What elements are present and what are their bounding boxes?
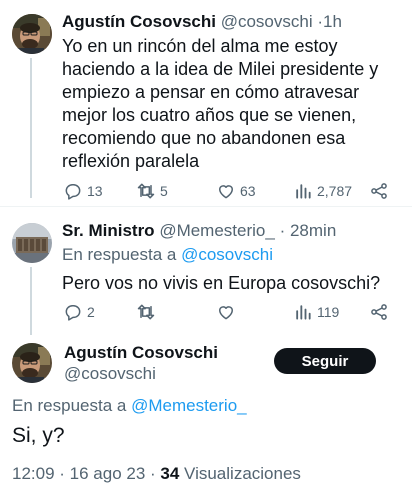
follow-button[interactable]: Seguir (274, 348, 376, 374)
retweet-icon (137, 183, 155, 199)
author-handle[interactable]: @Memesterio_ (159, 221, 275, 240)
like-button[interactable]: 63 (216, 181, 256, 201)
avatar-agustin[interactable] (12, 14, 52, 54)
tweet2-header: Sr. Ministro @Memesterio_ · 28min (62, 221, 336, 241)
text-line: empiezo a pensar en cómo atravesar (62, 82, 360, 102)
text-line: recomiendo que no abandonen esa (62, 128, 346, 148)
share-icon (371, 304, 387, 320)
retweet-icon (137, 304, 155, 320)
author-name[interactable]: Agustín Cosovschi (62, 12, 216, 31)
share-button[interactable] (369, 302, 389, 322)
reply-prefix: En respuesta a (12, 396, 127, 415)
tweet1-text: Yo en un rincón del alma me estoy hacien… (62, 35, 407, 173)
views-button[interactable]: 119 (293, 302, 339, 322)
author-handle[interactable]: @cosovschi (221, 12, 313, 31)
text-line: mejor los cuatro años que se vienen, (62, 105, 357, 125)
views-label: Visualizaciones (184, 464, 301, 483)
reply-button[interactable]: 13 (63, 181, 103, 201)
author-name[interactable]: Agustín Cosovschi (64, 343, 218, 363)
retweet-button[interactable]: 5 (136, 181, 168, 201)
reply-count: 2 (87, 304, 95, 320)
reply-count: 13 (87, 183, 103, 199)
like-icon (219, 306, 233, 320)
tweet1-header: Agustín Cosovschi @cosovschi ·1h (62, 12, 342, 32)
share-icon (371, 183, 387, 199)
avatar-sr-ministro[interactable] (12, 223, 52, 263)
views-count: 34 (160, 464, 180, 483)
views-button[interactable]: 2,787 (293, 181, 352, 201)
text-line: haciendo a la idea de Milei presidente y (62, 59, 379, 79)
divider (0, 206, 412, 207)
share-button[interactable] (369, 181, 389, 201)
tweet2-text: Pero vos no vivis en Europa cosovschi? (62, 273, 381, 293)
reply-context: En respuesta a @Memesterio_ (12, 396, 247, 416)
like-icon (219, 185, 233, 199)
tweet-time[interactable]: 1h (323, 12, 342, 31)
like-button[interactable] (216, 302, 240, 322)
tweet-timestamp[interactable]: 12:09 · 16 ago 23 · (12, 464, 160, 483)
reply-icon (65, 184, 81, 200)
reply-context: En respuesta a @cosovschi (62, 245, 273, 265)
tweet-metadata: 12:09 · 16 ago 23 · 34 Visualizaciones (12, 464, 301, 484)
tweet-time[interactable]: 28min (290, 221, 336, 240)
reply-to-handle[interactable]: @Memesterio_ (131, 396, 247, 415)
thread-line (30, 267, 32, 335)
thread-line (30, 58, 32, 198)
text-line: Yo en un rincón del alma me estoy (62, 36, 338, 56)
like-count: 63 (240, 183, 256, 199)
text-line: reflexión paralela (62, 151, 200, 171)
retweet-count: 5 (160, 183, 168, 199)
tweet3-text: Si, y? (12, 424, 65, 447)
views-count: 2,787 (317, 183, 353, 199)
author-name[interactable]: Sr. Ministro (62, 221, 155, 240)
separator-dot: · (279, 221, 286, 240)
views-icon (296, 305, 311, 320)
views-icon (296, 184, 311, 199)
reply-to-handle[interactable]: @cosovschi (181, 245, 273, 264)
retweet-button[interactable] (136, 302, 160, 322)
reply-icon (65, 305, 81, 321)
reply-button[interactable]: 2 (63, 302, 95, 322)
avatar-agustin[interactable] (12, 343, 52, 383)
author-handle[interactable]: @cosovschi (64, 364, 156, 384)
views-count: 119 (317, 304, 340, 320)
reply-prefix: En respuesta a (62, 245, 177, 264)
